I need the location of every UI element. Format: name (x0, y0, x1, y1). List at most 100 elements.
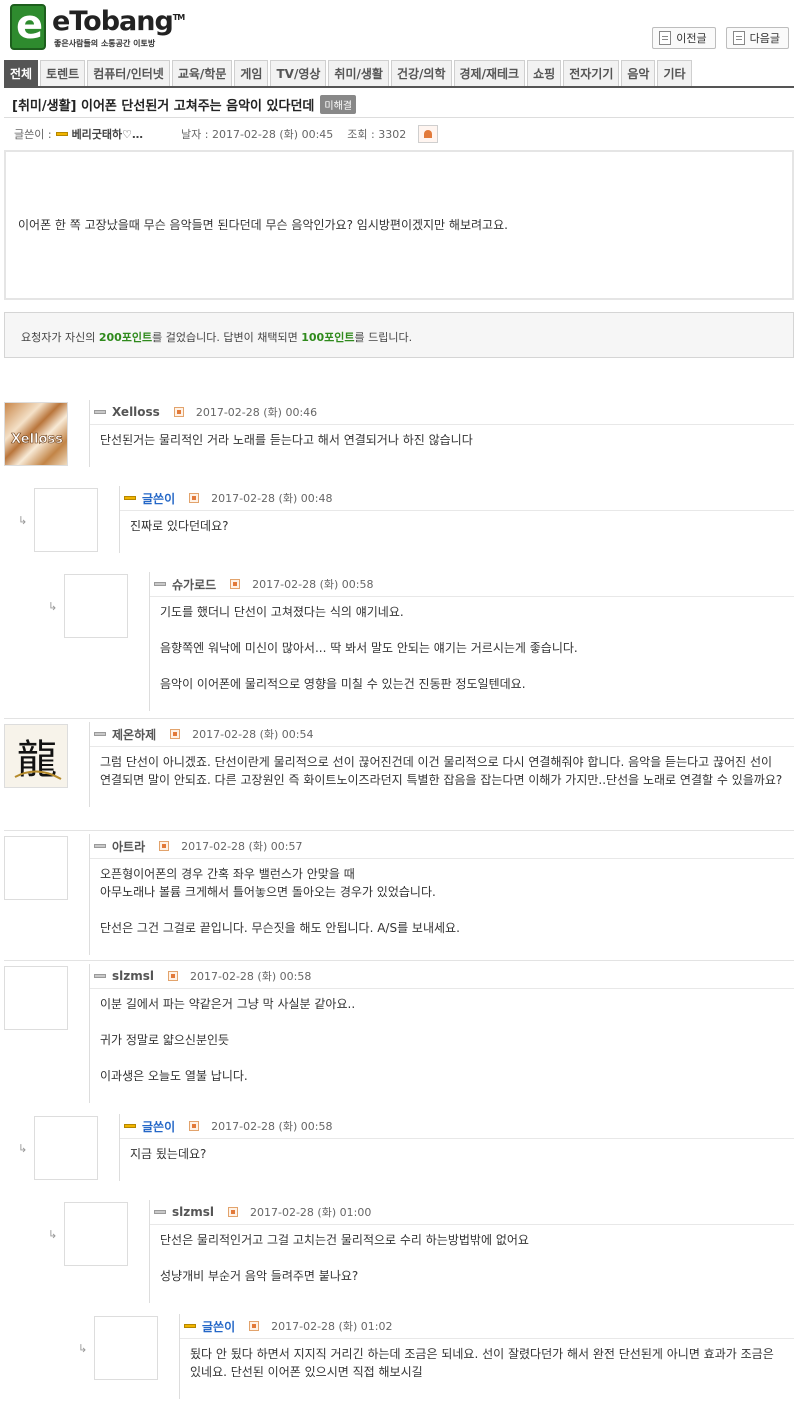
comment-paragraph: 단선은 물리적인거고 그걸 고치는건 물리적으로 수리 하는방법밖에 없어요 (160, 1233, 529, 1247)
author-label: 글쓴이 : (14, 128, 52, 141)
avatar[interactable] (64, 574, 128, 638)
tab-category[interactable]: 기타 (657, 60, 692, 86)
comment-date: 2017-02-28 (화) 00:46 (195, 406, 318, 419)
comment-header: 글쓴이 2017-02-28 (화) 01:02 (180, 1314, 794, 1339)
comment-paragraph: 오픈형이어폰의 경우 간혹 좌우 밸런스가 안맞을 때 아무노래나 볼륨 크게해… (100, 867, 436, 899)
comment-text: 오픈형이어폰의 경우 간혹 좌우 밸런스가 안맞을 때 아무노래나 볼륨 크게해… (90, 859, 794, 937)
comment-date: 2017-02-28 (화) 00:57 (181, 840, 303, 853)
level-icon (124, 496, 136, 500)
comment-text: 됬다 안 됬다 하면서 지지직 거리긴 하는데 조금은 되네요. 선이 잘렸다던… (180, 1339, 794, 1381)
tab-category[interactable]: 쇼핑 (527, 60, 562, 86)
comment-divider (4, 718, 794, 719)
comment-paragraph: 지금 됬는데요? (130, 1147, 207, 1161)
report-icon[interactable] (189, 1121, 200, 1131)
level-icon (55, 132, 68, 136)
comment-author[interactable]: Xelloss (112, 405, 160, 419)
report-icon[interactable] (170, 729, 181, 739)
comment-body: Xelloss 2017-02-28 (화) 00:46 단선된거는 물리적인 거라… (89, 400, 794, 467)
comment-body: slzmsl 2017-02-28 (화) 00:58 이분 길에서 파는 약같은거… (89, 964, 794, 1103)
comment-author[interactable]: 글쓴이 (142, 1118, 175, 1135)
comment-header: 글쓴이 2017-02-28 (화) 00:48 (120, 486, 794, 511)
post-meta: 글쓴이 : 베리굿태하♡… 날자 : 2017-02-28 (화) 00:45 … (14, 124, 439, 144)
comment-header: 글쓴이 2017-02-28 (화) 00:58 (120, 1114, 794, 1139)
tab-category[interactable]: 컴퓨터/인터넷 (87, 60, 170, 86)
comment-author[interactable]: slzmsl (112, 969, 154, 983)
tab-category[interactable]: 경제/재테크 (453, 60, 526, 86)
comment-date: 2017-02-28 (화) 01:00 (250, 1206, 372, 1219)
report-icon[interactable] (189, 493, 200, 503)
tab-category[interactable]: 취미/생활 (328, 60, 389, 86)
avatar[interactable] (94, 1316, 158, 1380)
point-notice: 요청자가 자신의 200포인트를 걸었습니다. 답변이 채택되면 100포인트를… (4, 312, 794, 358)
avatar[interactable] (34, 488, 98, 552)
comment-body: 글쓴이 2017-02-28 (화) 00:48 진짜로 있다던데요? (119, 486, 794, 553)
avatar[interactable] (4, 966, 68, 1030)
report-icon[interactable] (249, 1321, 260, 1331)
report-icon[interactable] (418, 125, 439, 143)
comment-header: slzmsl 2017-02-28 (화) 01:00 (150, 1200, 794, 1225)
comment-body: 제온하제 2017-02-28 (화) 00:54 그럼 단선이 아니겠죠. 단선이… (89, 722, 794, 807)
comment-body: 글쓴이 2017-02-28 (화) 01:02 됬다 안 됬다 하면서 지지직 거… (179, 1314, 794, 1399)
avatar[interactable]: Xelløss (4, 402, 68, 466)
tab-category[interactable]: 전자기기 (563, 60, 620, 86)
comment-author[interactable]: 아트라 (112, 838, 145, 855)
status-badge: 미해결 (320, 95, 356, 114)
tab-category[interactable]: TV/영상 (270, 60, 327, 86)
comment-header: 슈가로드 2017-02-28 (화) 00:58 (150, 572, 794, 597)
post-date: 날자 : 2017-02-28 (화) 00:45 (181, 128, 334, 141)
avatar[interactable]: 龍 (4, 724, 68, 788)
comment-author[interactable]: 제온하제 (112, 726, 156, 743)
comment-paragraph: 음악이 이어폰에 물리적으로 영향을 미칠 수 있는건 진동판 정도일텐데요. (160, 677, 526, 691)
comment-text: 단선된거는 물리적인 거라 노래를 듣는다고 해서 연결되거나 하진 않습니다 (90, 425, 794, 449)
comment-text: 그럼 단선이 아니겠죠. 단선이란게 물리적으로 선이 끊어진건데 이건 물리적… (90, 747, 794, 789)
tab-category[interactable]: 게임 (234, 60, 269, 86)
comment-date: 2017-02-28 (화) 00:58 (211, 1120, 333, 1133)
site-logo[interactable]: e eTobangTM 좋은사람들의 소통공간 이토방 (10, 2, 200, 50)
prev-post-button[interactable]: 이전글 (652, 27, 716, 49)
level-icon (124, 1124, 136, 1128)
tab-category[interactable]: 교육/학문 (171, 60, 233, 86)
comment-author[interactable]: 글쓴이 (142, 490, 175, 507)
comment-text: 이분 길에서 파는 약같은거 그냥 막 사실분 같아요.. 귀가 정말로 얇으신분… (90, 989, 794, 1085)
comment-date: 2017-02-28 (화) 00:58 (252, 578, 374, 591)
avatar[interactable] (4, 836, 68, 900)
post-title-row: [취미/생활] 이어폰 단선된거 고쳐주는 음악이 있다던데 미해결 (4, 92, 794, 118)
comment-paragraph: 음향쪽엔 워낙에 미신이 많아서... 딱 봐서 말도 안되는 얘기는 거르시는… (160, 641, 578, 655)
level-icon (94, 732, 106, 736)
document-edit-icon (659, 31, 672, 45)
report-icon[interactable] (230, 579, 241, 589)
avatar[interactable] (64, 1202, 128, 1266)
level-icon (154, 1210, 166, 1214)
report-icon[interactable] (173, 407, 184, 417)
comment-paragraph: 진짜로 있다던데요? (130, 519, 229, 533)
level-icon (94, 410, 106, 414)
level-icon (184, 1324, 196, 1328)
comment-paragraph: 성냥개비 부순거 음악 들려주면 붙나요? (160, 1269, 359, 1283)
site-tagline: 좋은사람들의 소통공간 이토방 (54, 39, 156, 48)
post-body: 이어폰 한 쪽 고장났을때 무슨 음악들면 된다던데 무슨 음악인가요? 임시방… (4, 150, 794, 300)
comment-text: 단선은 물리적인거고 그걸 고치는건 물리적으로 수리 하는방법밖에 없어요성냥… (150, 1225, 794, 1285)
avatar-image: 龍 (14, 737, 62, 783)
avatar[interactable] (34, 1116, 98, 1180)
comment-author[interactable]: slzmsl (172, 1205, 214, 1219)
comment-paragraph: 됬다 안 됬다 하면서 지지직 거리긴 하는데 조금은 되네요. 선이 잘렸다던… (190, 1347, 774, 1379)
comment-header: 제온하제 2017-02-28 (화) 00:54 (90, 722, 794, 747)
post-author[interactable]: 베리굿태하♡… (72, 126, 143, 142)
comment-header: slzmsl 2017-02-28 (화) 00:58 (90, 964, 794, 989)
report-icon[interactable] (168, 971, 178, 981)
report-icon[interactable] (228, 1207, 238, 1217)
comment-text: 기도를 했더니 단선이 고쳐졌다는 식의 얘기네요. 음향쪽엔 워낙에 미신이 많… (150, 597, 794, 693)
tab-category[interactable]: 건강/의학 (390, 60, 452, 86)
comment-paragraph: 귀가 정말로 얇으신분인듯 (100, 1033, 230, 1047)
comment-divider (4, 830, 794, 831)
tab-category[interactable]: 토렌트 (40, 60, 86, 86)
comment-paragraph: 이과생은 오늘도 열불 납니다. (100, 1069, 248, 1083)
reply-arrow-icon: ↳ (78, 1342, 88, 1355)
next-post-button[interactable]: 다음글 (725, 27, 789, 49)
tab-category[interactable]: 음악 (621, 60, 656, 86)
comment-author[interactable]: 슈가로드 (172, 576, 216, 593)
tab-category[interactable]: 전체 (4, 60, 39, 86)
report-icon[interactable] (159, 841, 170, 851)
comment-author[interactable]: 글쓴이 (202, 1318, 235, 1335)
comment-body: slzmsl 2017-02-28 (화) 01:00 단선은 물리적인거고 그걸 … (149, 1200, 794, 1303)
